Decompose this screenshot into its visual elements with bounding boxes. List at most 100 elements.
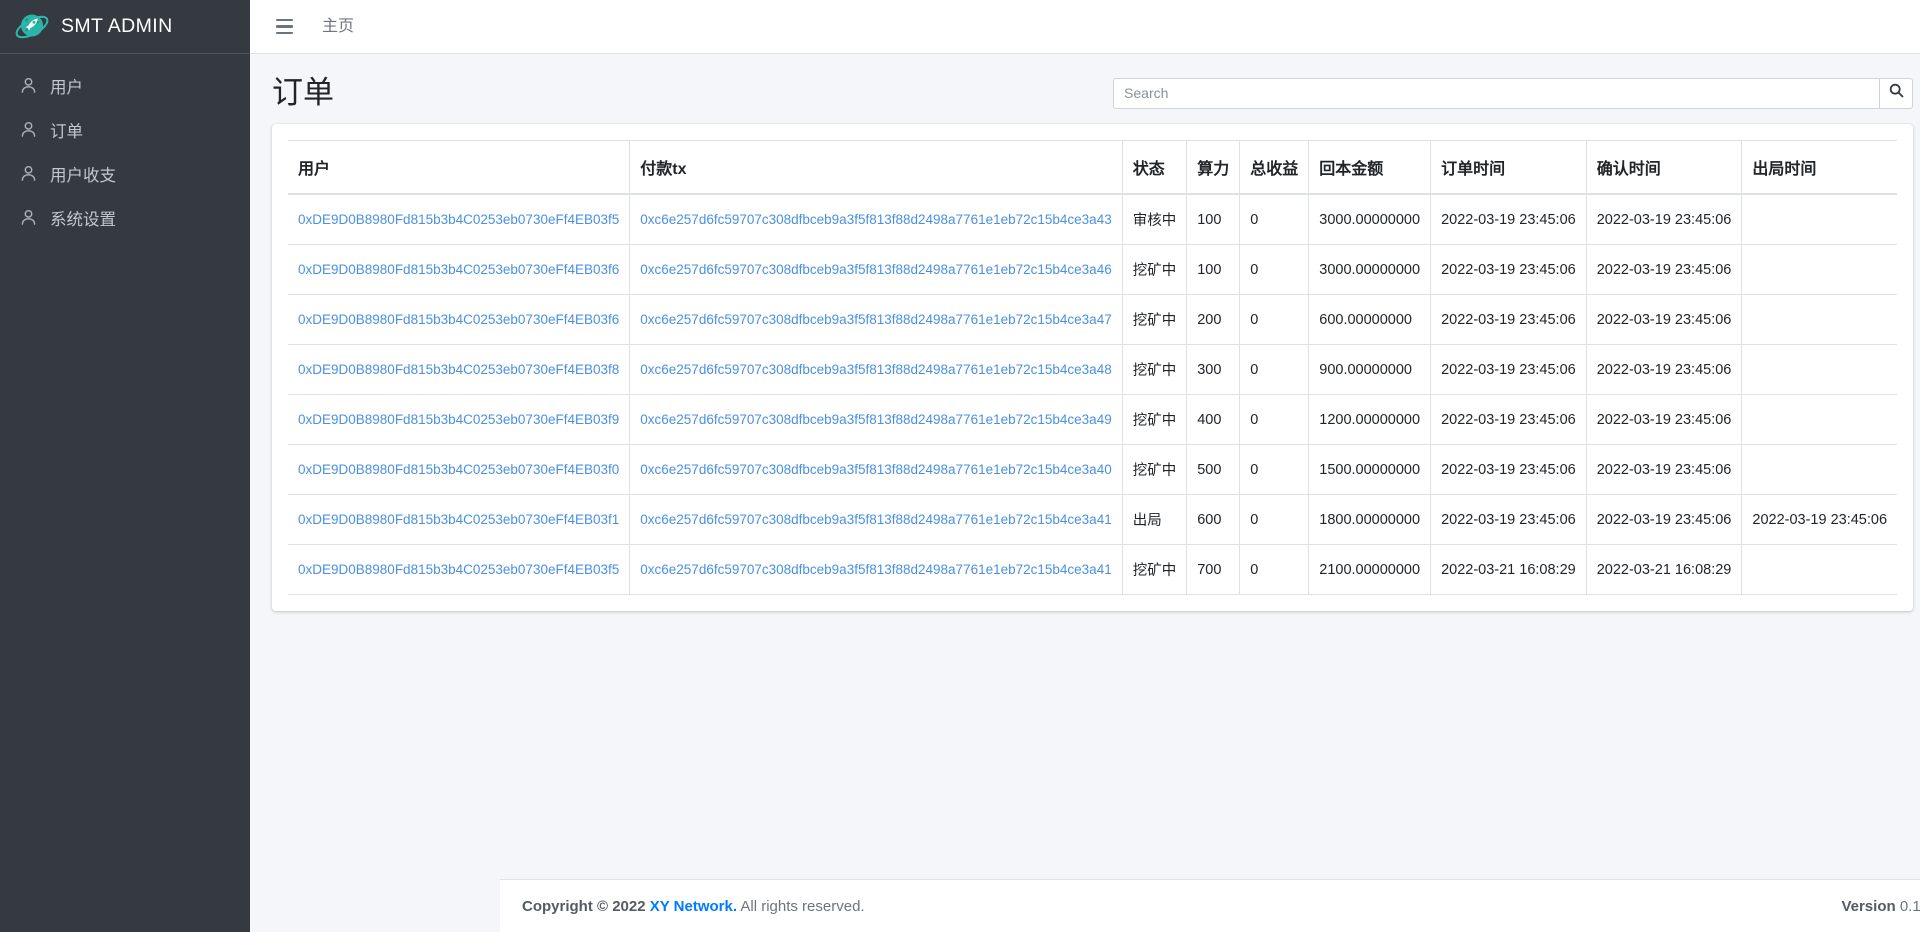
user-address-link[interactable]: 0xDE9D0B8980Fd815b3b4C0253eb0730eFf4EB03… bbox=[298, 512, 619, 527]
table-row: 0xDE9D0B8980Fd815b3b4C0253eb0730eFf4EB03… bbox=[288, 245, 1897, 295]
cell-confirm-time: 2022-03-19 23:45:06 bbox=[1586, 194, 1742, 245]
column-header-power: 算力 bbox=[1187, 141, 1240, 195]
cell-order-time: 2022-03-19 23:45:06 bbox=[1431, 245, 1587, 295]
cell-power: 400 bbox=[1187, 395, 1240, 445]
cell-payback: 1800.00000000 bbox=[1309, 495, 1431, 545]
cell-status: 挖矿中 bbox=[1122, 395, 1187, 445]
table-head: 用户 付款tx 状态 算力 总收益 回本金额 订单时间 确认时间 出局时间 bbox=[288, 141, 1897, 195]
user-address-link[interactable]: 0xDE9D0B8980Fd815b3b4C0253eb0730eFf4EB03… bbox=[298, 562, 619, 577]
footer-copyright: Copyright © 2022 XY Network. All rights … bbox=[522, 898, 865, 915]
footer-version: Version 0.10 bbox=[1841, 898, 1920, 915]
cell-status: 挖矿中 bbox=[1122, 345, 1187, 395]
cell-tx: 0xc6e257d6fc59707c308dfbceb9a3f5f813f88d… bbox=[630, 194, 1122, 245]
cell-status: 挖矿中 bbox=[1122, 445, 1187, 495]
cell-exit-time bbox=[1742, 194, 1897, 245]
user-address-link[interactable]: 0xDE9D0B8980Fd815b3b4C0253eb0730eFf4EB03… bbox=[298, 412, 619, 427]
column-header-exit-time: 出局时间 bbox=[1742, 141, 1897, 195]
cell-order-time: 2022-03-19 23:45:06 bbox=[1431, 345, 1587, 395]
column-header-user: 用户 bbox=[288, 141, 630, 195]
column-header-order-time: 订单时间 bbox=[1431, 141, 1587, 195]
user-address-link[interactable]: 0xDE9D0B8980Fd815b3b4C0253eb0730eFf4EB03… bbox=[298, 262, 619, 277]
footer-brand-link[interactable]: XY Network. bbox=[650, 898, 737, 915]
cell-tx: 0xc6e257d6fc59707c308dfbceb9a3f5f813f88d… bbox=[630, 395, 1122, 445]
cell-confirm-time: 2022-03-19 23:45:06 bbox=[1586, 495, 1742, 545]
brand-title: SMT ADMIN bbox=[61, 15, 173, 38]
search-box bbox=[1113, 78, 1913, 109]
search-icon bbox=[1889, 83, 1904, 103]
topbar-home-link[interactable]: 主页 bbox=[308, 0, 368, 54]
cell-status: 挖矿中 bbox=[1122, 245, 1187, 295]
cell-payback: 600.00000000 bbox=[1309, 295, 1431, 345]
page-title: 订单 bbox=[272, 76, 334, 110]
cell-user: 0xDE9D0B8980Fd815b3b4C0253eb0730eFf4EB03… bbox=[288, 395, 630, 445]
search-button[interactable] bbox=[1879, 78, 1913, 109]
topbar: 主页 bbox=[250, 0, 1920, 54]
cell-confirm-time: 2022-03-19 23:45:06 bbox=[1586, 245, 1742, 295]
user-address-link[interactable]: 0xDE9D0B8980Fd815b3b4C0253eb0730eFf4EB03… bbox=[298, 462, 619, 477]
table-body: 0xDE9D0B8980Fd815b3b4C0253eb0730eFf4EB03… bbox=[288, 194, 1897, 595]
sidebar-item-user-finance[interactable]: 用户收支 bbox=[8, 152, 242, 195]
column-header-total-income: 总收益 bbox=[1240, 141, 1309, 195]
column-header-payback: 回本金额 bbox=[1309, 141, 1431, 195]
tx-hash-link[interactable]: 0xc6e257d6fc59707c308dfbceb9a3f5f813f88d… bbox=[640, 262, 1111, 277]
cell-exit-time bbox=[1742, 245, 1897, 295]
user-icon bbox=[18, 208, 38, 228]
cell-confirm-time: 2022-03-21 16:08:29 bbox=[1586, 545, 1742, 595]
cell-user: 0xDE9D0B8980Fd815b3b4C0253eb0730eFf4EB03… bbox=[288, 345, 630, 395]
cell-tx: 0xc6e257d6fc59707c308dfbceb9a3f5f813f88d… bbox=[630, 495, 1122, 545]
footer: Copyright © 2022 XY Network. All rights … bbox=[500, 879, 1920, 932]
search-input[interactable] bbox=[1113, 78, 1879, 109]
user-address-link[interactable]: 0xDE9D0B8980Fd815b3b4C0253eb0730eFf4EB03… bbox=[298, 312, 619, 327]
table-row: 0xDE9D0B8980Fd815b3b4C0253eb0730eFf4EB03… bbox=[288, 295, 1897, 345]
hamburger-icon[interactable] bbox=[266, 9, 302, 45]
cell-total-income: 0 bbox=[1240, 245, 1309, 295]
cell-status: 挖矿中 bbox=[1122, 545, 1187, 595]
cell-total-income: 0 bbox=[1240, 395, 1309, 445]
cell-total-income: 0 bbox=[1240, 194, 1309, 245]
cell-user: 0xDE9D0B8980Fd815b3b4C0253eb0730eFf4EB03… bbox=[288, 295, 630, 345]
cell-confirm-time: 2022-03-19 23:45:06 bbox=[1586, 345, 1742, 395]
table-row: 0xDE9D0B8980Fd815b3b4C0253eb0730eFf4EB03… bbox=[288, 395, 1897, 445]
sidebar-item-settings[interactable]: 系统设置 bbox=[8, 196, 242, 239]
brand-header[interactable]: SMT ADMIN bbox=[0, 0, 250, 54]
user-address-link[interactable]: 0xDE9D0B8980Fd815b3b4C0253eb0730eFf4EB03… bbox=[298, 212, 619, 227]
tx-hash-link[interactable]: 0xc6e257d6fc59707c308dfbceb9a3f5f813f88d… bbox=[640, 512, 1111, 527]
tx-hash-link[interactable]: 0xc6e257d6fc59707c308dfbceb9a3f5f813f88d… bbox=[640, 312, 1111, 327]
app-root: SMT ADMIN 用户 订单 bbox=[0, 0, 1920, 932]
tx-hash-link[interactable]: 0xc6e257d6fc59707c308dfbceb9a3f5f813f88d… bbox=[640, 462, 1111, 477]
cell-power: 700 bbox=[1187, 545, 1240, 595]
tx-hash-link[interactable]: 0xc6e257d6fc59707c308dfbceb9a3f5f813f88d… bbox=[640, 362, 1111, 377]
sidebar-item-label: 用户收支 bbox=[50, 162, 116, 186]
orders-card: 用户 付款tx 状态 算力 总收益 回本金额 订单时间 确认时间 出局时间 bbox=[272, 124, 1913, 611]
cell-status: 审核中 bbox=[1122, 194, 1187, 245]
cell-status: 出局 bbox=[1122, 495, 1187, 545]
content-area: 订单 bbox=[250, 54, 1920, 932]
cell-tx: 0xc6e257d6fc59707c308dfbceb9a3f5f813f88d… bbox=[630, 545, 1122, 595]
tx-hash-link[interactable]: 0xc6e257d6fc59707c308dfbceb9a3f5f813f88d… bbox=[640, 562, 1111, 577]
tx-hash-link[interactable]: 0xc6e257d6fc59707c308dfbceb9a3f5f813f88d… bbox=[640, 212, 1111, 227]
cell-order-time: 2022-03-19 23:45:06 bbox=[1431, 445, 1587, 495]
tx-hash-link[interactable]: 0xc6e257d6fc59707c308dfbceb9a3f5f813f88d… bbox=[640, 412, 1111, 427]
cell-confirm-time: 2022-03-19 23:45:06 bbox=[1586, 395, 1742, 445]
cell-exit-time bbox=[1742, 345, 1897, 395]
cell-power: 100 bbox=[1187, 194, 1240, 245]
cell-payback: 1500.00000000 bbox=[1309, 445, 1431, 495]
sidebar-item-users[interactable]: 用户 bbox=[8, 64, 242, 107]
table-header-row: 用户 付款tx 状态 算力 总收益 回本金额 订单时间 确认时间 出局时间 bbox=[288, 141, 1897, 195]
column-header-status: 状态 bbox=[1122, 141, 1187, 195]
cell-power: 200 bbox=[1187, 295, 1240, 345]
sidebar-item-orders[interactable]: 订单 bbox=[8, 108, 242, 151]
cell-total-income: 0 bbox=[1240, 445, 1309, 495]
sidebar-item-label: 系统设置 bbox=[50, 206, 116, 230]
cell-order-time: 2022-03-19 23:45:06 bbox=[1431, 495, 1587, 545]
main-area: 主页 订单 bbox=[250, 0, 1920, 932]
table-row: 0xDE9D0B8980Fd815b3b4C0253eb0730eFf4EB03… bbox=[288, 445, 1897, 495]
cell-power: 100 bbox=[1187, 245, 1240, 295]
cell-user: 0xDE9D0B8980Fd815b3b4C0253eb0730eFf4EB03… bbox=[288, 495, 630, 545]
page-header: 订单 bbox=[250, 54, 1920, 124]
footer-copyright-suffix: All rights reserved. bbox=[740, 898, 864, 915]
footer-version-label: Version bbox=[1841, 898, 1895, 915]
table-row: 0xDE9D0B8980Fd815b3b4C0253eb0730eFf4EB03… bbox=[288, 495, 1897, 545]
cell-confirm-time: 2022-03-19 23:45:06 bbox=[1586, 295, 1742, 345]
user-address-link[interactable]: 0xDE9D0B8980Fd815b3b4C0253eb0730eFf4EB03… bbox=[298, 362, 619, 377]
